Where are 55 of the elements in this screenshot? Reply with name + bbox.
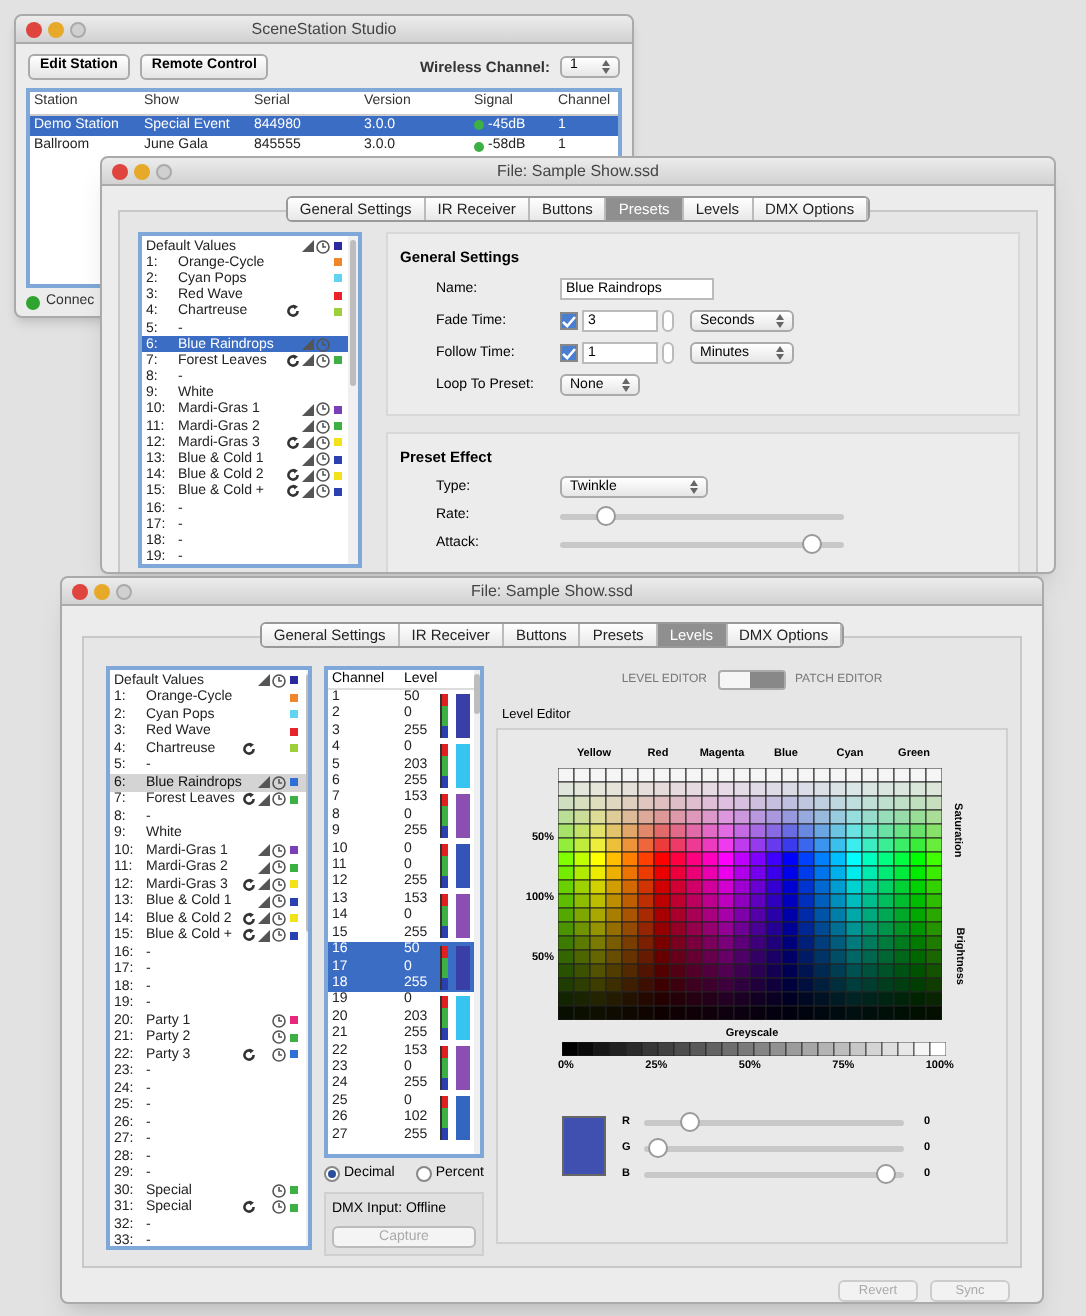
rgb-meter-icon: [440, 945, 450, 990]
minimize-button[interactable]: [48, 22, 64, 38]
greyscale-bar-drawing[interactable]: [562, 1042, 946, 1057]
clock-icon: [272, 673, 287, 688]
checkbox[interactable]: [560, 312, 578, 331]
radio-button[interactable]: [324, 1166, 340, 1183]
color-preview: [562, 1115, 606, 1175]
rgb-meter-icon: [440, 743, 450, 788]
clock-icon: [315, 239, 329, 254]
rgb-meter-icon: [440, 794, 450, 839]
updown-arrows-icon: [602, 60, 610, 74]
slider-thumb[interactable]: [596, 506, 617, 527]
window-title: File: Sample Show.ssd: [471, 583, 633, 599]
zoom-button[interactable]: [70, 22, 86, 38]
loop-icon: [285, 304, 299, 319]
loop-icon: [242, 741, 257, 756]
loop-icon: [242, 1200, 257, 1215]
rgb-meter-icon: [440, 693, 450, 738]
loop-icon: [285, 353, 299, 368]
updown-arrows-icon: [776, 346, 784, 361]
rgb-meter-icon: [440, 1046, 450, 1091]
stepper[interactable]: [662, 310, 674, 333]
rgb-meter-icon: [440, 844, 450, 889]
slider-thumb[interactable]: [876, 1164, 897, 1184]
minimize-button[interactable]: [94, 584, 110, 600]
close-button[interactable]: [72, 584, 88, 600]
updown-arrows-icon: [776, 314, 784, 329]
stepper[interactable]: [662, 342, 674, 365]
loop-icon: [285, 435, 299, 450]
radio-button[interactable]: [415, 1166, 432, 1183]
ramp-icon: [258, 674, 271, 687]
rgb-meter-icon: [440, 1096, 450, 1141]
checkmark-icon: [562, 347, 576, 360]
checkmark-icon: [562, 315, 576, 328]
zoom-button[interactable]: [156, 164, 172, 180]
close-button[interactable]: [112, 164, 128, 180]
slider-thumb[interactable]: [802, 534, 823, 555]
rgb-meter-icon: [440, 894, 450, 939]
color-grid-drawing[interactable]: [558, 768, 942, 1020]
rgb-meter-icon: [440, 995, 450, 1040]
ramp-icon: [301, 240, 313, 253]
minimize-button[interactable]: [134, 164, 150, 180]
window-title: SceneStation Studio: [251, 21, 397, 37]
checkbox[interactable]: [560, 344, 578, 363]
window-title: File: Sample Show.ssd: [497, 163, 659, 179]
close-button[interactable]: [26, 22, 42, 38]
loop-icon: [242, 1047, 257, 1062]
slider-thumb[interactable]: [648, 1138, 669, 1158]
loop-icon: [242, 877, 257, 892]
updown-arrows-icon: [622, 378, 630, 393]
editor-switch[interactable]: [717, 670, 785, 690]
zoom-button[interactable]: [116, 584, 132, 600]
updown-arrows-icon: [690, 480, 698, 495]
loop-icon: [242, 792, 257, 807]
slider-thumb[interactable]: [680, 1112, 700, 1132]
